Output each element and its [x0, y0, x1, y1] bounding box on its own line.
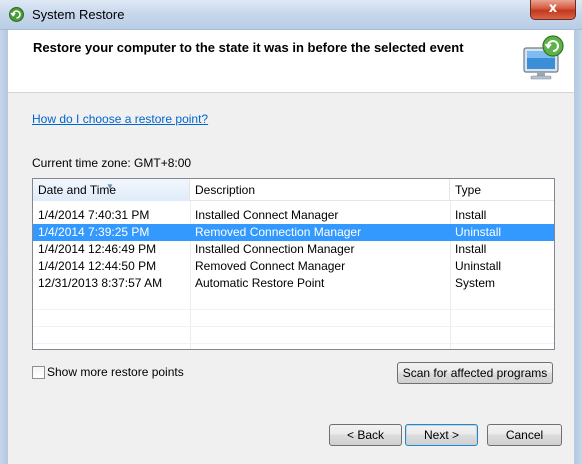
system-restore-monitor-icon — [523, 35, 564, 80]
cell-date: 1/4/2014 12:46:49 PM — [38, 242, 157, 256]
close-button[interactable]: x — [530, 0, 576, 20]
show-more-label[interactable]: Show more restore points — [47, 365, 184, 380]
cell-date: 1/4/2014 7:40:31 PM — [38, 208, 150, 222]
table-row[interactable]: 1/4/2014 7:40:31 PM Installed Connect Ma… — [33, 207, 554, 224]
cell-type: System — [455, 276, 496, 290]
cell-date: 1/4/2014 7:39:25 PM — [38, 225, 150, 239]
next-button[interactable]: Next > — [405, 424, 478, 446]
system-restore-icon — [9, 7, 24, 22]
table-header: ▼ Date and Time Description Type — [33, 179, 554, 201]
column-header-description[interactable]: Description — [190, 179, 450, 201]
header-instruction: Restore your computer to the state it wa… — [33, 40, 464, 55]
empty-row-line — [33, 309, 554, 310]
cell-date: 12/31/2013 8:37:57 AM — [38, 276, 163, 290]
wizard-header: Restore your computer to the state it wa… — [8, 30, 574, 92]
help-link[interactable]: How do I choose a restore point? — [32, 112, 208, 126]
cell-date: 1/4/2014 12:44:50 PM — [38, 259, 157, 273]
title-bar: System Restore x — [0, 0, 582, 30]
restore-points-table[interactable]: ▼ Date and Time Description Type 1/4/201… — [32, 178, 555, 350]
cell-type: Install — [455, 242, 487, 256]
cell-type: Install — [455, 208, 487, 222]
column-header-date-label: Date and Time — [38, 183, 117, 197]
cell-description: Automatic Restore Point — [195, 276, 325, 290]
show-more-checkbox[interactable] — [32, 366, 45, 379]
cell-type: Uninstall — [455, 259, 502, 273]
cell-description: Removed Connect Manager — [195, 259, 346, 273]
sort-descending-icon: ▼ — [106, 182, 114, 191]
table-row[interactable]: 1/4/2014 12:46:49 PM Installed Connectio… — [33, 241, 554, 258]
empty-row-line — [33, 343, 554, 344]
table-row-selected[interactable]: 1/4/2014 7:39:25 PM Removed Connection M… — [33, 224, 554, 241]
cell-type: Uninstall — [455, 225, 502, 239]
column-header-date[interactable]: ▼ Date and Time — [33, 179, 190, 201]
wizard-body: How do I choose a restore point? Current… — [8, 93, 574, 464]
close-icon: x — [548, 1, 558, 16]
window-frame-left — [0, 30, 8, 464]
table-row[interactable]: 1/4/2014 12:44:50 PM Removed Connect Man… — [33, 258, 554, 275]
window-frame-right — [574, 30, 582, 464]
cell-description: Installed Connection Manager — [195, 242, 355, 256]
timezone-label: Current time zone: GMT+8:00 — [32, 156, 192, 170]
window-title: System Restore — [32, 7, 125, 22]
cancel-button[interactable]: Cancel — [487, 424, 562, 446]
cell-description: Removed Connection Manager — [195, 225, 362, 239]
scan-affected-programs-button[interactable]: Scan for affected programs — [397, 362, 553, 384]
table-row[interactable]: 12/31/2013 8:37:57 AM Automatic Restore … — [33, 275, 554, 292]
column-header-type[interactable]: Type — [450, 179, 554, 201]
empty-row-line — [33, 326, 554, 327]
back-button[interactable]: < Back — [329, 424, 402, 446]
cell-description: Installed Connect Manager — [195, 208, 339, 222]
